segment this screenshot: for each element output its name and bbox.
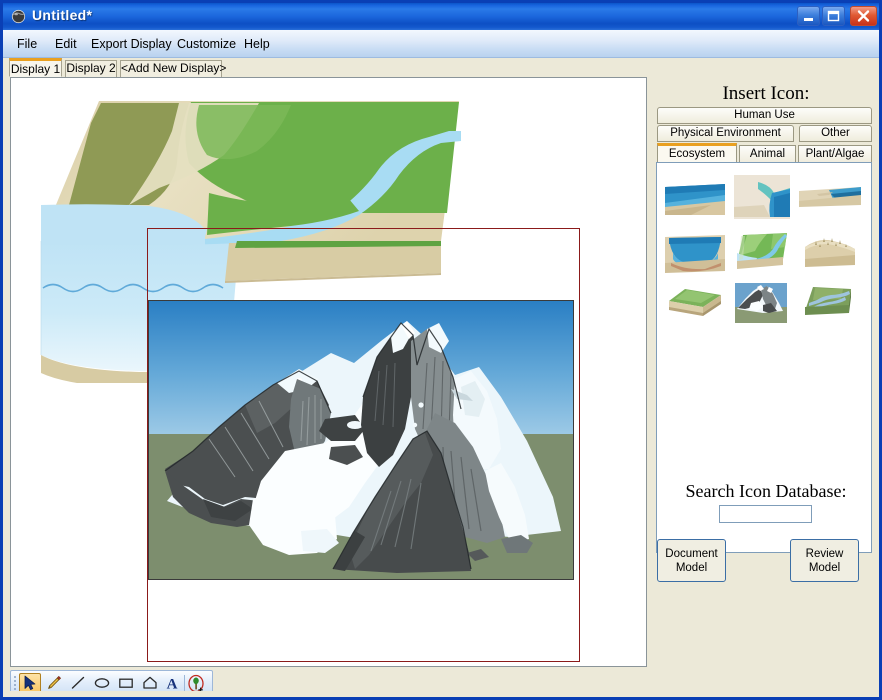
tab-display-1[interactable]: Display 1 (9, 58, 62, 77)
svg-text:A: A (167, 677, 178, 693)
application-window: Untitled* File Edit Export Display Custo… (0, 0, 882, 700)
river-floodplain-icon[interactable] (733, 231, 791, 273)
estuary-cove-icon[interactable] (734, 175, 790, 219)
menu-bar: File Edit Export Display Customize Help (3, 30, 879, 58)
lake-basin-icon[interactable] (665, 233, 725, 273)
insert-icon-panel: Insert Icon: Human Use Physical Environm… (653, 77, 879, 669)
category-tab-ecosystem[interactable]: Ecosystem (657, 143, 737, 164)
category-tab-other[interactable]: Other (799, 125, 872, 142)
panel-title: Insert Icon: (722, 83, 810, 104)
document-model-button-label: Document Model (665, 547, 717, 575)
menu-file[interactable]: File (11, 35, 43, 53)
search-input[interactable] (719, 505, 812, 523)
review-model-button-label: Review Model (806, 547, 844, 575)
search-label: Search Icon Database: (685, 481, 847, 501)
doc-line-2: Model (675, 561, 708, 574)
document-model-button[interactable]: Document Model (657, 539, 726, 582)
beach-shoreline-icon[interactable] (665, 181, 725, 215)
doc-line-1: Document (665, 547, 718, 560)
toolbar-separator (184, 675, 185, 692)
menu-export-display[interactable]: Export Display (85, 35, 178, 53)
menu-customize[interactable]: Customize (171, 35, 242, 53)
menu-edit[interactable]: Edit (49, 35, 83, 53)
minimize-button[interactable] (797, 6, 820, 26)
display-canvas[interactable] (10, 77, 647, 667)
tab-display-2[interactable]: Display 2 (65, 60, 117, 77)
menu-help[interactable]: Help (238, 35, 276, 53)
window-title: Untitled* (32, 7, 93, 23)
tidal-flat-icon[interactable] (799, 185, 861, 209)
title-bar: Untitled* (3, 3, 879, 30)
close-button[interactable] (850, 6, 877, 26)
wetland-delta-icon[interactable] (799, 283, 857, 323)
tab-add-new-display[interactable]: <Add New Display> (120, 60, 226, 77)
category-tab-human-use[interactable]: Human Use (657, 107, 872, 124)
rev-line-1: Review (805, 547, 844, 560)
mountain-icon[interactable] (733, 281, 789, 325)
sand-dune-icon[interactable] (799, 233, 859, 271)
mountain-image[interactable] (148, 300, 574, 580)
globe-icon (10, 8, 27, 25)
status-strip (3, 691, 879, 697)
review-model-button[interactable]: Review Model (790, 539, 859, 582)
category-tab-physical-environment[interactable]: Physical Environment (657, 125, 794, 142)
rev-line-2: Model (808, 561, 841, 574)
toolbar-grip-handle[interactable] (13, 675, 17, 692)
maximize-button[interactable] (822, 6, 845, 26)
grassland-block-icon[interactable] (665, 285, 725, 325)
display-tab-strip: Display 1 Display 2 <Add New Display> (3, 58, 879, 78)
